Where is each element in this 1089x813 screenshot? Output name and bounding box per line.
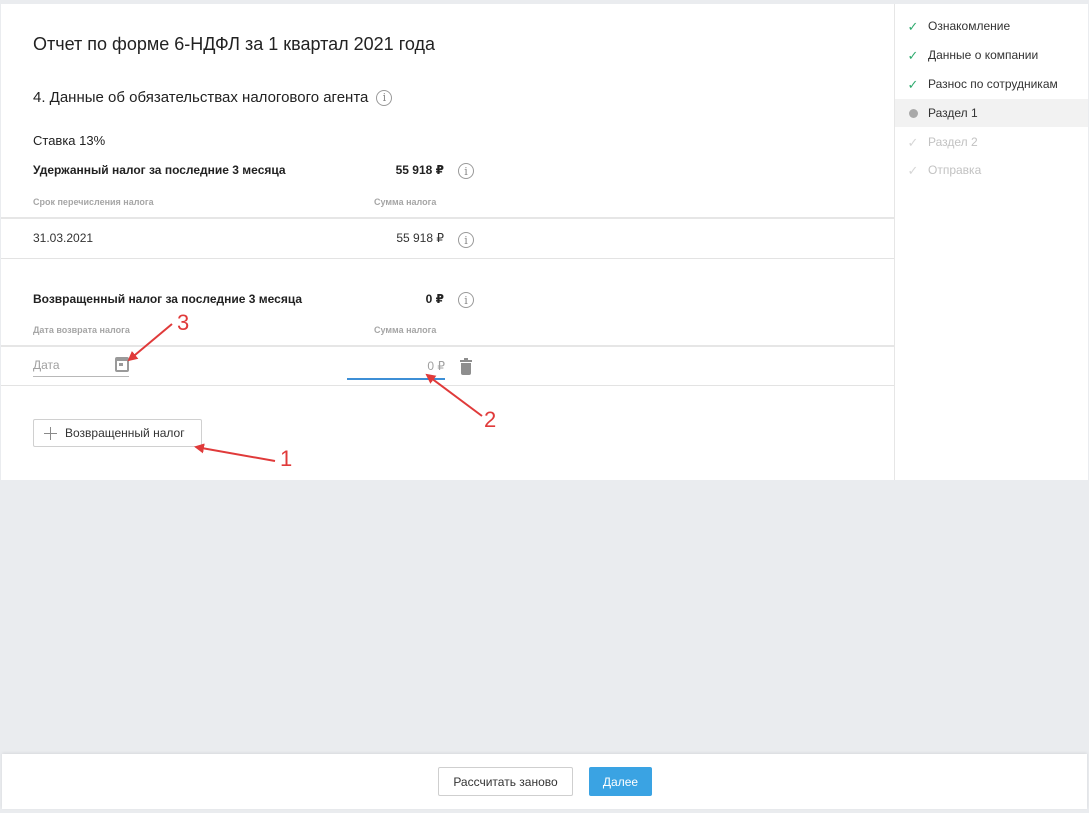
step-section-1[interactable]: Раздел 1 (895, 99, 1088, 127)
info-icon[interactable]: i (458, 163, 474, 179)
info-icon[interactable]: i (458, 292, 474, 308)
transfer-date-cell: 31.03.2021 (33, 231, 94, 245)
return-sum-input[interactable]: 0 ₽ (347, 354, 445, 380)
step-label: Ознакомление (928, 19, 1011, 33)
page-title: Отчет по форме 6-НДФЛ за 1 квартал 2021 … (33, 34, 435, 54)
col-header-tax-sum: Сумма налога (374, 197, 437, 207)
check-icon: ✓ (907, 18, 919, 34)
divider (1, 258, 894, 259)
step-label: Разнос по сотрудникам (928, 77, 1058, 91)
calendar-icon[interactable] (115, 357, 129, 372)
step-company-data[interactable]: ✓ Данные о компании (895, 41, 1088, 69)
annotation-number-2: 2 (484, 407, 497, 432)
col-header-transfer-date: Срок перечисления налога (33, 197, 154, 207)
returned-tax-label: Возвращенный налог за последние 3 месяца (33, 292, 303, 306)
section-title-text: 4. Данные об обязательствах налогового а… (33, 89, 369, 106)
divider (1, 385, 894, 386)
info-icon[interactable]: i (458, 232, 474, 248)
trash-can (461, 363, 471, 375)
next-button[interactable]: Далее (589, 767, 652, 796)
returned-tax-sum: 0 ₽ (425, 292, 444, 306)
return-date-input[interactable]: Дата (33, 353, 129, 377)
step-label: Раздел 2 (928, 135, 978, 149)
footer-bar: Рассчитать заново Далее (2, 754, 1087, 809)
trash-icon[interactable] (460, 358, 472, 375)
divider (1, 217, 894, 219)
info-icon[interactable]: i (376, 89, 393, 106)
check-icon: ✓ (907, 134, 919, 150)
check-icon: ✓ (907, 47, 919, 63)
check-icon: ✓ (907, 76, 919, 92)
step-section-2[interactable]: ✓ Раздел 2 (895, 128, 1088, 156)
transfer-sum-cell: 55 918 ₽ (396, 231, 444, 245)
step-intro[interactable]: ✓ Ознакомление (895, 12, 1088, 40)
add-returned-tax-label: Возвращенный налог (65, 426, 185, 440)
add-returned-tax-button[interactable]: Возвращенный налог (33, 419, 202, 447)
annotation-number-1: 1 (280, 446, 293, 471)
divider (1, 345, 894, 347)
trash-lid (460, 358, 472, 362)
dot-icon (908, 108, 918, 118)
step-employees[interactable]: ✓ Разнос по сотрудникам (895, 70, 1088, 98)
annotation-number-3: 3 (177, 310, 190, 335)
date-placeholder: Дата (33, 358, 60, 372)
step-label: Отправка (928, 163, 982, 177)
check-icon: ✓ (907, 162, 919, 178)
col-header-return-sum: Сумма налога (374, 325, 437, 335)
section-title: 4. Данные об обязательствах налогового а… (33, 89, 393, 106)
step-send[interactable]: ✓ Отправка (895, 156, 1088, 184)
plus-icon (44, 426, 57, 440)
step-label: Данные о компании (928, 48, 1039, 62)
recalculate-button[interactable]: Рассчитать заново (438, 767, 573, 796)
withheld-tax-sum: 55 918 ₽ (395, 163, 444, 177)
main-panel: Отчет по форме 6-НДФЛ за 1 квартал 2021 … (1, 4, 894, 480)
step-label: Раздел 1 (928, 106, 978, 120)
col-header-return-date: Дата возврата налога (33, 325, 130, 335)
withheld-tax-label: Удержанный налог за последние 3 месяца (33, 163, 286, 177)
steps-sidebar: ✓ Ознакомление ✓ Данные о компании ✓ Раз… (894, 4, 1088, 480)
rate-label: Ставка 13% (33, 133, 106, 148)
